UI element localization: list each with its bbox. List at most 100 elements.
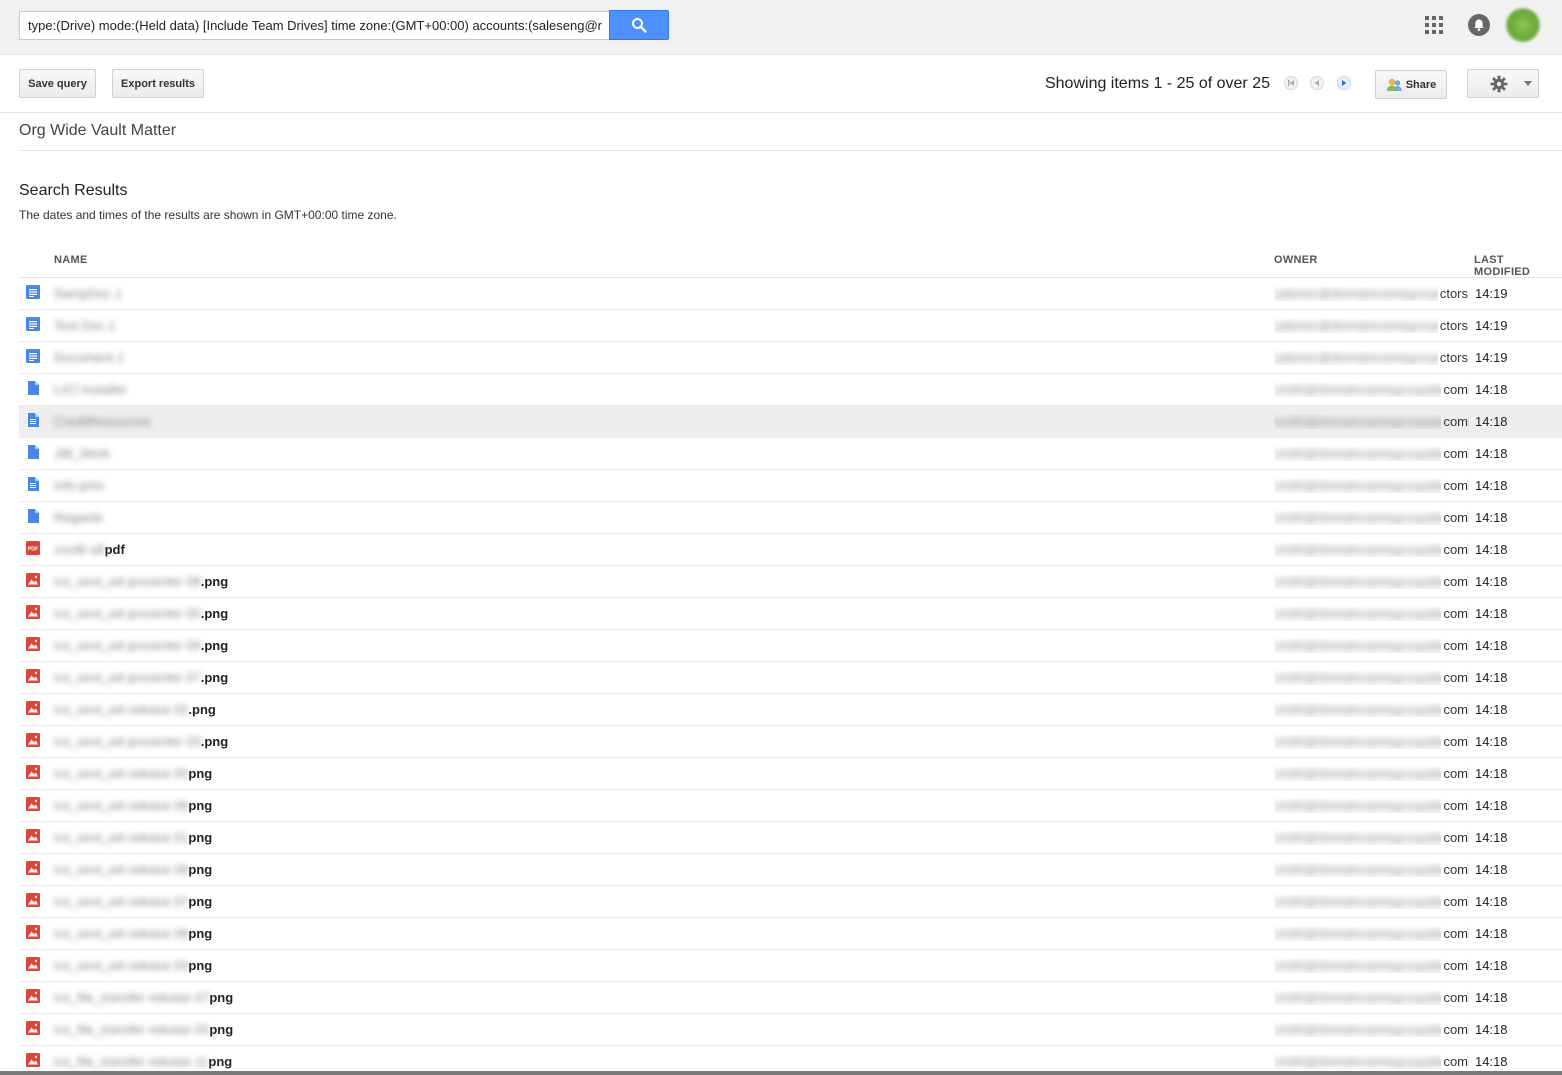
- timezone-note: The dates and times of the results are s…: [19, 208, 397, 222]
- column-header-last-modified[interactable]: LAST MODIFIED: [1474, 254, 1562, 278]
- last-modified-time: 14:18: [1475, 958, 1508, 973]
- owner-email: smith@domainnamegroupalescom com: [1274, 1022, 1469, 1037]
- file-name[interactable]: ics_sent_wil release 09png: [54, 926, 212, 941]
- save-query-button[interactable]: Save query: [19, 69, 96, 98]
- table-row[interactable]: ics_sent_wil release 03png smith@domainna…: [19, 950, 1562, 982]
- owner-email: smith@domainnamegroupalescom com: [1274, 958, 1469, 973]
- share-button[interactable]: Share: [1375, 70, 1447, 99]
- file-name-redacted: LICI Installer: [54, 382, 127, 397]
- file-name[interactable]: ics_sent_wil presenter 03.png: [54, 734, 228, 749]
- file-name-redacted: ics_sent_wil release 08: [54, 862, 189, 877]
- file-name[interactable]: ics_sent_wil release 01png: [54, 830, 212, 845]
- owner-email: smith@domainnamegroupalescom com: [1274, 574, 1469, 589]
- file-name[interactable]: LICI Installer: [54, 382, 127, 397]
- file-name[interactable]: ics_sent_wil release 02.png: [54, 702, 216, 717]
- table-row[interactable]: Test Doc 1 salesen@domainnamegroupa ctors 1…: [19, 310, 1562, 342]
- owner-email-tail: com: [1441, 414, 1468, 429]
- document-file-icon: [25, 508, 41, 524]
- file-name[interactable]: ics_file_transfer release 05png: [54, 1022, 233, 1037]
- table-row[interactable]: ics_sent_wil presenter 03.png smith@domai…: [19, 726, 1562, 758]
- last-modified-time: 14:19: [1475, 318, 1508, 333]
- google-doc-icon: [25, 316, 41, 332]
- file-name[interactable]: ics_sent_wil presenter 09.png: [54, 638, 228, 653]
- owner-email-tail: com: [1441, 510, 1468, 525]
- file-extension: png: [188, 830, 213, 845]
- file-name[interactable]: Document 1: [54, 350, 124, 365]
- table-row[interactable]: ics_sent_wil release 06png smith@domainna…: [19, 790, 1562, 822]
- file-name[interactable]: ics_sent_wil release 06png: [54, 798, 212, 813]
- file-name-redacted: ics_sent_wil release 03: [54, 958, 189, 973]
- table-row[interactable]: Regards smith@domainnamegroupalescom com 14…: [19, 502, 1562, 534]
- file-name[interactable]: ics_sent_wil release 03png: [54, 958, 212, 973]
- next-page-button[interactable]: [1336, 75, 1352, 91]
- apps-grid-icon[interactable]: [1424, 15, 1444, 35]
- file-name[interactable]: CreditResources: [54, 414, 151, 429]
- image-icon: [25, 988, 41, 1004]
- avatar[interactable]: [1506, 8, 1540, 42]
- file-name[interactable]: ics_sent_wil presenter 05.png: [54, 606, 228, 621]
- file-name-redacted: Test Doc 1: [54, 318, 116, 333]
- image-icon: [25, 924, 41, 940]
- table-row[interactable]: CreditResources smith@domainnamegroupales…: [19, 406, 1562, 438]
- owner-email: smith@domainnamegroupalescom com: [1274, 798, 1469, 813]
- table-row[interactable]: Info prim smith@domainnamegroupalescom com…: [19, 470, 1562, 502]
- table-row[interactable]: ics_sent_wil release 05png smith@domainna…: [19, 758, 1562, 790]
- file-name[interactable]: ics_sent_wil presenter 07.png: [54, 670, 228, 685]
- file-name[interactable]: Regards: [54, 510, 103, 525]
- owner-email-redacted: smith@domainnamegroupalescom: [1274, 734, 1469, 749]
- last-modified-time: 14:18: [1475, 510, 1508, 525]
- table-row[interactable]: SampDoc 1 salesen@domainnamegroupa ctors 14…: [19, 278, 1562, 310]
- file-name[interactable]: ics_sent_wil release 07png: [54, 894, 212, 909]
- table-row[interactable]: ics_sent_wil release 01png smith@domainna…: [19, 822, 1562, 854]
- table-row[interactable]: ics_sent_wil presenter 05.png smith@domai…: [19, 598, 1562, 630]
- file-name[interactable]: Test Doc 1: [54, 318, 115, 333]
- table-row[interactable]: ics_sent_wil presenter 09.png smith@domai…: [19, 630, 1562, 662]
- table-row[interactable]: Document 1 salesen@domainnamegroupa ctors 1…: [19, 342, 1562, 374]
- bell-icon[interactable]: [1467, 13, 1491, 37]
- table-row[interactable]: ics_file_transfer release 07png smith@dom…: [19, 982, 1562, 1014]
- file-name-redacted: ics_sent_wil release 05: [54, 766, 189, 781]
- file-name[interactable]: ics_file_transfer release 07png: [54, 990, 233, 1005]
- search-input[interactable]: type:(Drive) mode:(Held data) [Include T…: [19, 11, 609, 40]
- previous-page-button[interactable]: [1309, 75, 1325, 91]
- table-row[interactable]: ics_sent_wil release 07png smith@domainna…: [19, 886, 1562, 918]
- toolbar: Save query Export results Showing items …: [0, 55, 1562, 113]
- file-name[interactable]: ics_sent_wil release 08png: [54, 862, 212, 877]
- first-page-button[interactable]: [1283, 75, 1299, 91]
- file-name-redacted: ics_sent_wil presenter 05: [54, 606, 201, 621]
- file-name[interactable]: ics_sent_wil presenter 08.png: [54, 574, 228, 589]
- file-name[interactable]: credit sillpdf: [54, 542, 125, 557]
- column-header-owner[interactable]: OWNER: [1274, 254, 1318, 266]
- results-heading: Search Results: [19, 182, 128, 199]
- column-header-name[interactable]: NAME: [54, 254, 88, 266]
- table-row[interactable]: ics_sent_wil release 08png smith@domainna…: [19, 854, 1562, 886]
- table-row[interactable]: ics_sent_wil presenter 08.png smith@domai…: [19, 566, 1562, 598]
- owner-email-tail: com: [1441, 702, 1468, 717]
- owner-email-redacted: smith@domainnamegroupalescom: [1274, 926, 1469, 941]
- owner-email: smith@domainnamegroupalescom com: [1274, 990, 1469, 1005]
- table-row[interactable]: ics_sent_wil release 02.png smith@domainn…: [19, 694, 1562, 726]
- settings-button[interactable]: [1467, 69, 1539, 98]
- search-button[interactable]: [609, 10, 669, 40]
- owner-email-redacted: smith@domainnamegroupalescom: [1274, 574, 1469, 589]
- image-icon: [25, 572, 41, 588]
- table-row[interactable]: LICI Installer smith@domainnamegroupalesc…: [19, 374, 1562, 406]
- table-row[interactable]: ics_sent_wil release 09png smith@domainna…: [19, 918, 1562, 950]
- table-row[interactable]: ics_sent_wil presenter 07.png smith@domai…: [19, 662, 1562, 694]
- file-name[interactable]: Info prim: [54, 478, 105, 493]
- file-name[interactable]: ics_file_transfer release 11png: [54, 1054, 232, 1069]
- table-row[interactable]: ics_file_transfer release 05png smith@dom…: [19, 1014, 1562, 1046]
- owner-email: smith@domainnamegroupalescom com: [1274, 478, 1469, 493]
- file-name-redacted: ics_sent_wil presenter 03: [54, 734, 201, 749]
- owner-email-redacted: smith@domainnamegroupalescom: [1274, 958, 1469, 973]
- file-name[interactable]: ics_sent_wil release 05png: [54, 766, 212, 781]
- last-modified-time: 14:18: [1475, 414, 1508, 429]
- file-name[interactable]: JIB_Work: [54, 446, 110, 461]
- table-row[interactable]: JIB_Work smith@domainnamegroupalescom com 1…: [19, 438, 1562, 470]
- table-row[interactable]: PDF credit sillpdf smith@domainnamegroupal…: [19, 534, 1562, 566]
- owner-email-tail: com: [1441, 446, 1468, 461]
- export-results-button[interactable]: Export results: [112, 69, 204, 98]
- last-modified-time: 14:18: [1475, 446, 1508, 461]
- file-name[interactable]: SampDoc 1: [54, 286, 122, 301]
- file-name-redacted: ics_sent_wil release 07: [54, 894, 189, 909]
